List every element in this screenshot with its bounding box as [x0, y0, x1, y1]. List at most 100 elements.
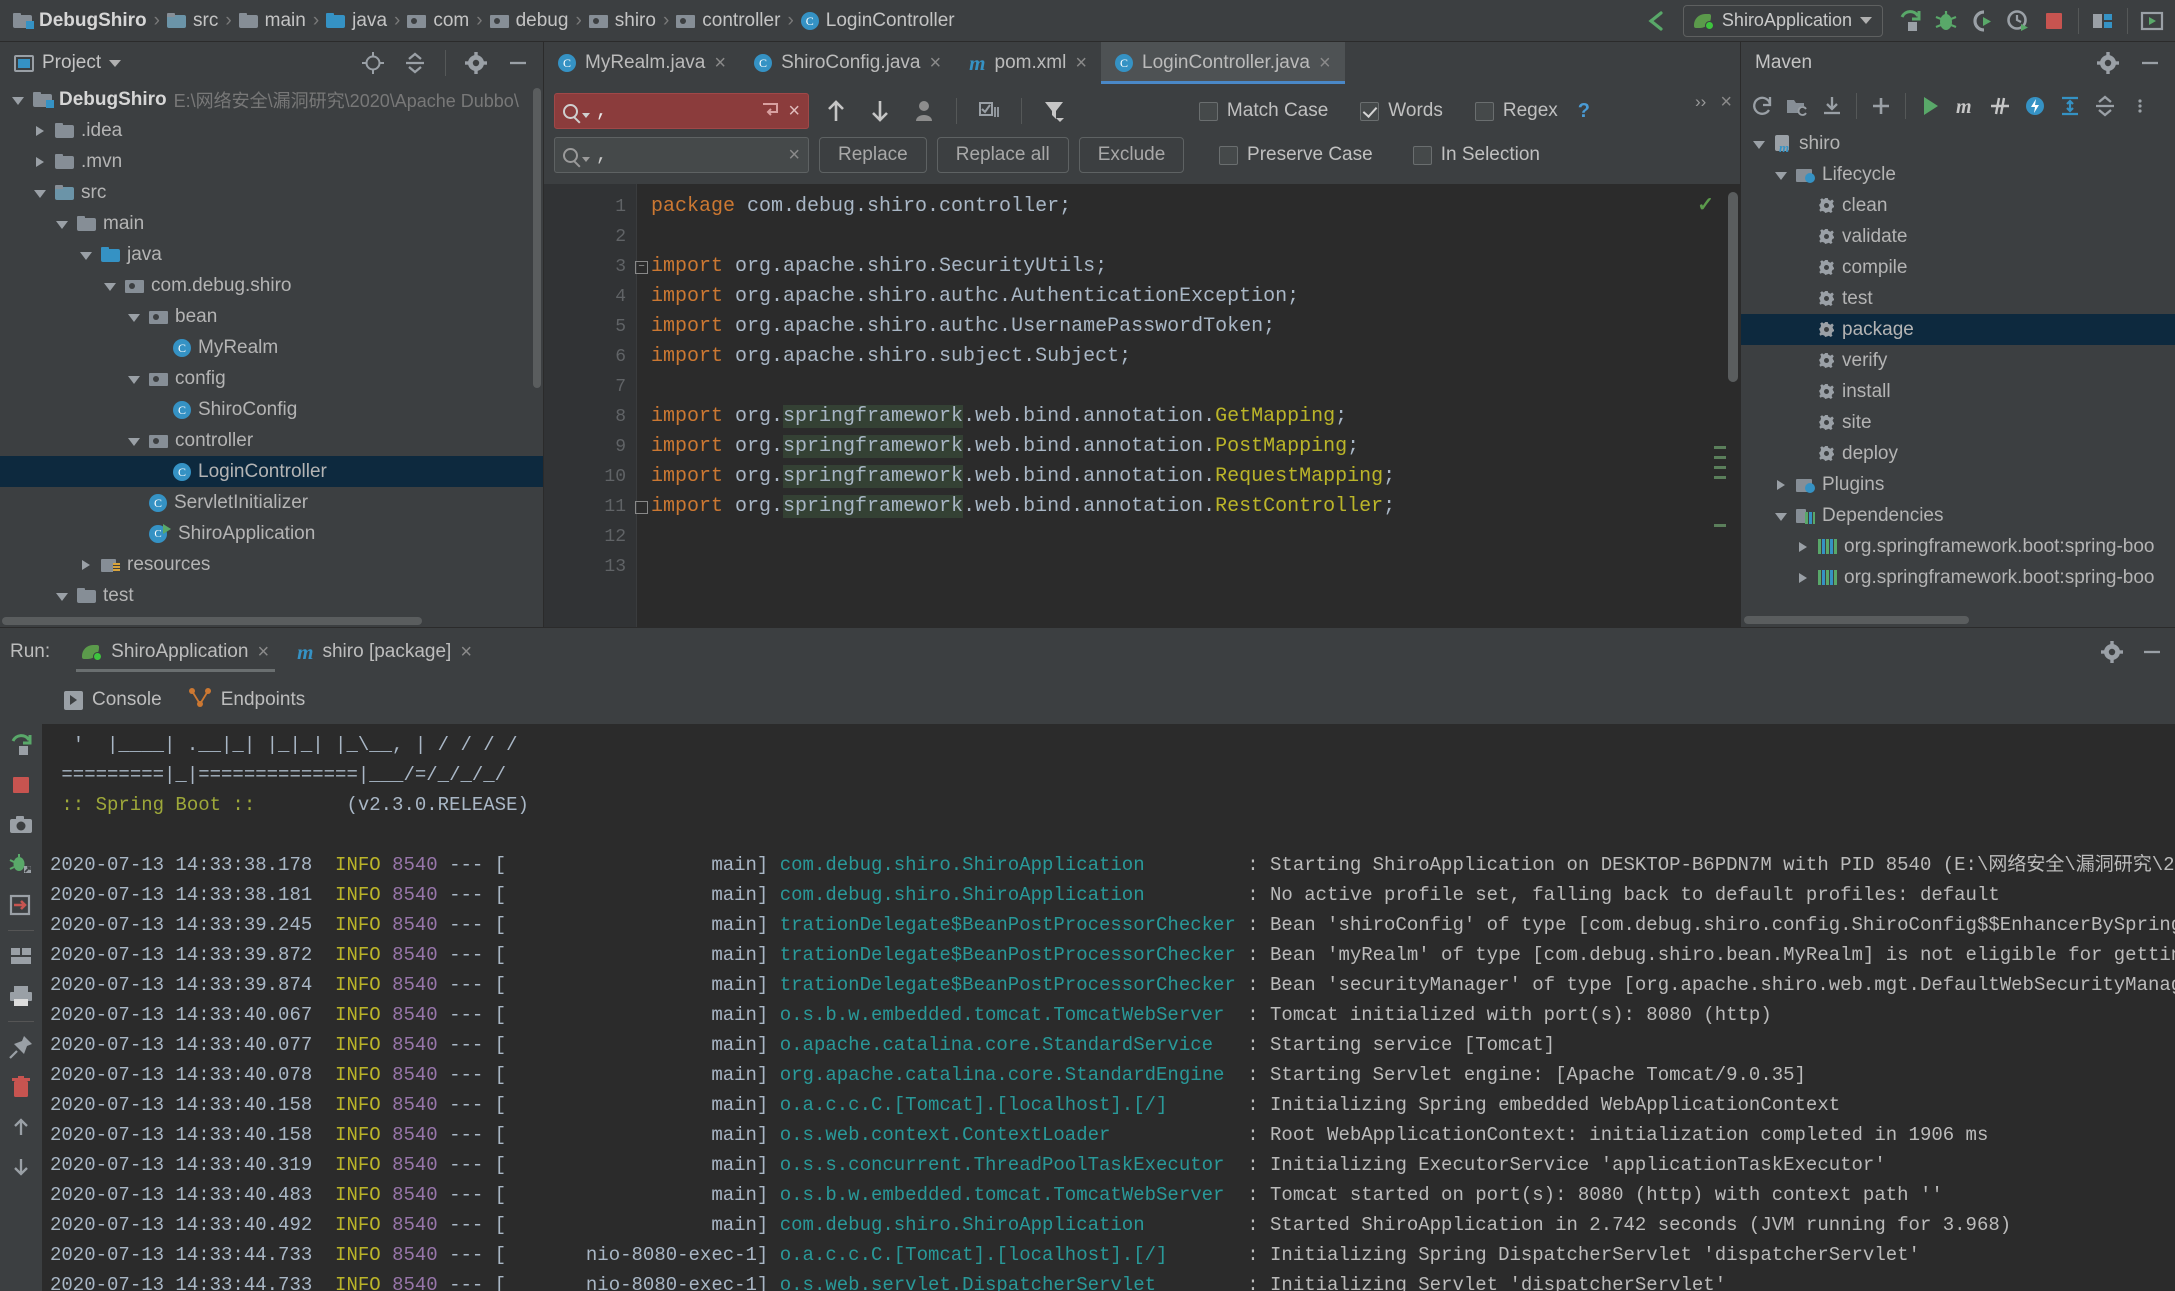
collapse-all-icon[interactable] — [398, 46, 432, 80]
download-sources-icon[interactable] — [1816, 90, 1848, 122]
maven-tree-row[interactable]: Plugins — [1741, 469, 2175, 500]
maven-tree-row[interactable]: install — [1741, 376, 2175, 407]
hide-icon[interactable] — [2135, 635, 2169, 669]
chevron-down-icon[interactable] — [109, 59, 122, 67]
code-editor[interactable]: 1 2 3−4 5 6 7 8 9 10 11 12 13 package com.debug.shi… — [544, 184, 1740, 627]
expand-find-options-icon[interactable]: ›› — [1695, 92, 1706, 112]
filter-icon[interactable] — [1037, 94, 1071, 128]
chevron-down-icon[interactable] — [126, 309, 142, 325]
project-tree-row[interactable]: test — [0, 580, 543, 611]
gear-icon[interactable] — [459, 46, 493, 80]
project-tree-row[interactable]: resources — [0, 549, 543, 580]
chevron-down-icon[interactable] — [126, 371, 142, 387]
close-icon[interactable]: × — [257, 642, 269, 662]
gear-icon[interactable] — [2091, 46, 2125, 80]
select-all-occurrences-icon[interactable] — [907, 94, 941, 128]
subtab-console[interactable]: Console — [64, 689, 162, 711]
breadcrumb-item-controller[interactable]: controller — [671, 10, 785, 32]
search-history-icon[interactable] — [760, 100, 782, 123]
close-icon[interactable]: × — [929, 53, 941, 73]
breadcrumb-item-src[interactable]: src — [162, 10, 223, 32]
run-tab-shiroapplication[interactable]: ShiroApplication × — [68, 628, 283, 676]
chevron-down-icon[interactable] — [10, 92, 26, 108]
soft-wrap-icon[interactable] — [2, 937, 40, 975]
editor-tab-myrealm-java[interactable]: C MyRealm.java × — [544, 42, 740, 84]
editor-scrollbar[interactable] — [1728, 192, 1738, 382]
chevron-right-icon[interactable] — [1773, 477, 1789, 493]
close-find-icon[interactable]: × — [1720, 92, 1732, 112]
project-tree-row[interactable]: C ServletInitializer — [0, 487, 543, 518]
close-icon[interactable]: × — [1075, 53, 1087, 73]
locate-icon[interactable] — [356, 46, 390, 80]
close-icon[interactable]: × — [1319, 53, 1331, 73]
chevron-down-icon[interactable] — [78, 247, 94, 263]
run-tab-shiro-package[interactable]: m shiro [package] × — [283, 628, 486, 676]
chevron-down-icon[interactable] — [32, 185, 48, 201]
run-with-coverage-icon[interactable] — [1965, 4, 1999, 38]
maven-tree-row[interactable]: verify — [1741, 345, 2175, 376]
maven-tree-row[interactable]: compile — [1741, 252, 2175, 283]
project-structure-icon[interactable] — [2086, 4, 2120, 38]
add-multiple-carets-icon[interactable] — [972, 94, 1006, 128]
in-selection-checkbox[interactable]: In Selection — [1412, 144, 1540, 166]
maven-tree-row[interactable]: org.springframework.boot:spring-boo — [1741, 531, 2175, 562]
hide-icon[interactable] — [2133, 46, 2167, 80]
breadcrumb-item-logincontroller[interactable]: C LoginController — [796, 10, 960, 32]
chevron-down-icon[interactable] — [582, 156, 590, 162]
project-tree-row[interactable]: DebugShiro E:\网络安全\漏洞研究\2020\Apache Dubbo… — [0, 84, 543, 115]
hide-icon[interactable] — [501, 46, 535, 80]
breadcrumb-item-main[interactable]: main — [234, 10, 311, 32]
words-checkbox[interactable]: Words — [1360, 100, 1443, 122]
project-tree-row[interactable]: com.debug.shiro — [0, 270, 543, 301]
clear-search-icon[interactable]: × — [788, 101, 800, 121]
run-subtabs[interactable]: Console Endpoints — [0, 687, 305, 713]
chevron-right-icon[interactable] — [1795, 570, 1811, 586]
project-tree-row[interactable]: .mvn — [0, 146, 543, 177]
chevron-down-icon[interactable] — [1773, 167, 1789, 183]
chevron-down-icon[interactable] — [54, 588, 70, 604]
find-next-icon[interactable] — [863, 94, 897, 128]
editor-tab-logincontroller-java[interactable]: C LoginController.java × — [1101, 42, 1345, 84]
replace-input[interactable]: , × — [554, 137, 809, 173]
chevron-right-icon[interactable] — [32, 123, 48, 139]
project-tree-row[interactable]: C ShiroApplication — [0, 518, 543, 549]
chevron-down-icon[interactable] — [54, 216, 70, 232]
maven-tree-row[interactable]: org.springframework.boot:spring-boo — [1741, 562, 2175, 593]
breadcrumb-item-com[interactable]: com — [402, 10, 474, 32]
inspection-ok-icon[interactable]: ✓ — [1697, 192, 1714, 217]
project-tree-row-selected[interactable]: C LoginController — [0, 456, 543, 487]
breadcrumb-item-debugshiro[interactable]: DebugShiro — [8, 10, 152, 32]
match-case-checkbox[interactable]: Match Case — [1198, 100, 1328, 122]
project-tree-row[interactable]: config — [0, 363, 543, 394]
project-tree-row[interactable]: bean — [0, 301, 543, 332]
subtab-endpoints[interactable]: Endpoints — [188, 687, 305, 713]
maven-tree-row[interactable]: clean — [1741, 190, 2175, 221]
screenshot-icon[interactable] — [2, 806, 40, 844]
maven-tree-row[interactable]: test — [1741, 283, 2175, 314]
chevron-down-icon[interactable] — [126, 433, 142, 449]
chevron-right-icon[interactable] — [32, 154, 48, 170]
project-tree-row[interactable]: .idea — [0, 115, 543, 146]
maven-tree-row-selected[interactable]: package — [1741, 314, 2175, 345]
search-input[interactable]: , × — [554, 93, 809, 129]
breadcrumb-item-shiro[interactable]: shiro — [584, 10, 661, 32]
breadcrumb-item-java[interactable]: java — [321, 10, 392, 32]
editor-tab-shiroconfig-java[interactable]: C ShiroConfig.java × — [740, 42, 955, 84]
maven-tree[interactable]: shiro Lifecycle clean validate compile test pa… — [1741, 128, 2175, 613]
trash-icon[interactable] — [2, 1068, 40, 1106]
replace-all-button[interactable]: Replace all — [936, 137, 1069, 173]
run-icon[interactable] — [1914, 90, 1946, 122]
gear-icon[interactable] — [2095, 635, 2129, 669]
breadcrumb-item-debug[interactable]: debug — [485, 10, 574, 32]
more-icon[interactable] — [2124, 90, 2156, 122]
chevron-down-icon[interactable] — [1751, 136, 1767, 152]
project-tree[interactable]: DebugShiro E:\网络安全\漏洞研究\2020\Apache Dubbo… — [0, 84, 543, 615]
editor-gutter[interactable]: 1 2 3−4 5 6 7 8 9 10 11 12 13 — [544, 184, 648, 627]
expand-all-icon[interactable] — [2054, 90, 2086, 122]
project-tree-row[interactable]: controller — [0, 425, 543, 456]
maven-tree-row[interactable]: validate — [1741, 221, 2175, 252]
code-fold-icon[interactable] — [635, 501, 648, 514]
maven-hscrollbar[interactable] — [1741, 613, 2175, 627]
stop-icon[interactable] — [2, 766, 40, 804]
maven-tree-row[interactable]: shiro — [1741, 128, 2175, 159]
